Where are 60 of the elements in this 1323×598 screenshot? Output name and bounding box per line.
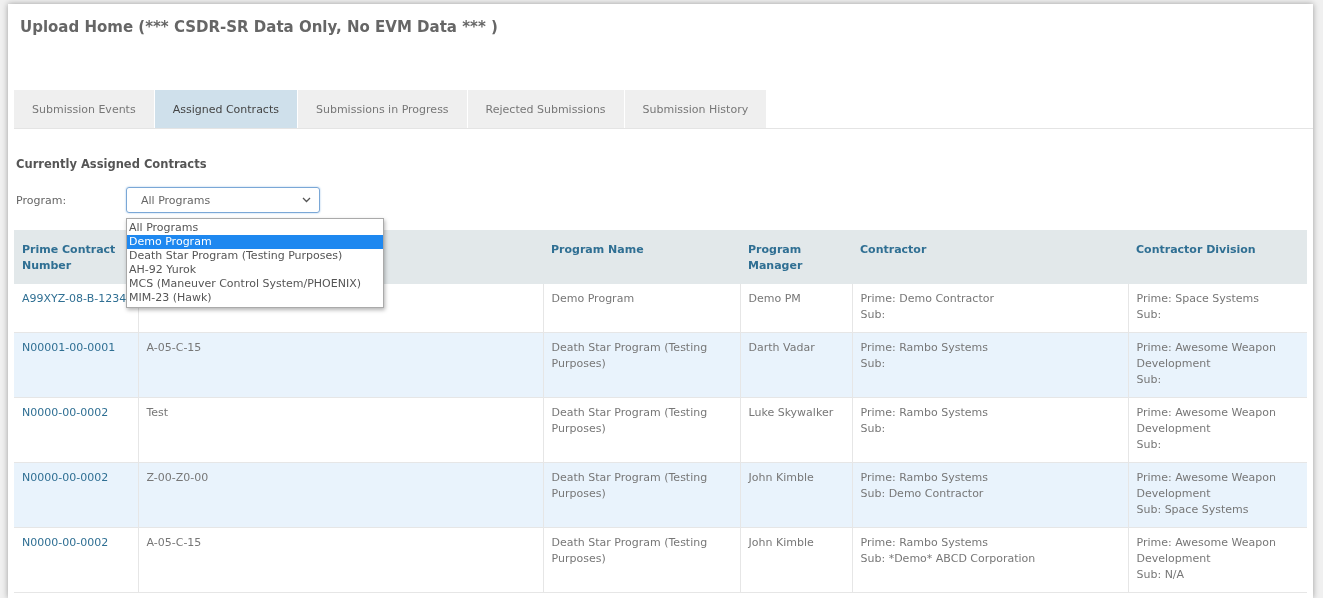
table-cell-text: Sub: *Demo* ABCD Corporation <box>860 551 1037 567</box>
table-cell: Luke Skywalker <box>748 406 834 419</box>
page-title: Upload Home (*** CSDR-SR Data Only, No EVM Data *** ) <box>19 17 499 38</box>
table-cell: A-05-C-15 <box>146 341 202 354</box>
tab[interactable]: Submission Events <box>14 90 154 128</box>
table-cell: Death Star Program (Testing Purposes) <box>551 341 708 370</box>
table-cell-text: Sub: <box>1136 307 1163 323</box>
table-cell-text: Sub: Space Systems <box>1136 502 1250 518</box>
table-cell: A-05-C-15 <box>146 536 202 549</box>
table-cell: Death Star Program (Testing Purposes) <box>551 471 708 500</box>
table-cell-text: Sub: <box>860 307 887 323</box>
tab[interactable]: Assigned Contracts <box>154 90 297 128</box>
table-cell: Demo Program <box>551 292 635 305</box>
table-cell: Test <box>146 406 169 419</box>
table-cell-text: Prime: Awesome Weapon Development <box>1136 470 1277 502</box>
table-cell-text: Sub: <box>860 421 887 437</box>
table-cell-text: Sub: N/A <box>1136 567 1186 583</box>
table-cell-text: Sub: <box>860 356 887 372</box>
column-header: Program Manager <box>748 243 803 272</box>
table-cell-text: Prime: Rambo Systems <box>860 470 990 486</box>
table-cell: John Kimble <box>748 471 814 484</box>
tab[interactable]: Submissions in Progress <box>297 90 467 128</box>
dropdown-option[interactable]: All Programs <box>127 221 383 235</box>
table-cell: Death Star Program (Testing Purposes) <box>551 536 708 565</box>
column-header: Program Name <box>551 243 644 256</box>
table-cell-text: Prime: Space Systems <box>1136 291 1260 307</box>
chevron-down-icon <box>302 197 311 203</box>
table-cell: John Kimble <box>748 536 814 549</box>
dropdown-option[interactable]: MCS (Maneuver Control System/PHOENIX) <box>127 277 383 291</box>
contract-link[interactable]: N0000-00-0002 <box>22 471 109 484</box>
program-select[interactable]: All Programs <box>126 187 320 213</box>
contract-link[interactable]: N00001-00-0001 <box>22 341 116 354</box>
table-cell: Darth Vadar <box>748 341 815 354</box>
table-cell-text: Prime: Awesome Weapon Development <box>1136 535 1277 567</box>
table-cell: Death Star Program (Testing Purposes) <box>551 406 708 435</box>
table-cell-text: Prime: Awesome Weapon Development <box>1136 340 1277 372</box>
column-header: Prime Contract Number <box>22 243 116 272</box>
table-cell-text: Prime: Rambo Systems <box>860 405 990 421</box>
table-cell-text: Prime: Demo Contractor <box>860 291 995 307</box>
contract-link[interactable]: A99XYZ-08-B-1234 <box>22 292 127 305</box>
dropdown-option[interactable]: MIM-23 (Hawk) <box>127 291 383 305</box>
dropdown-option[interactable]: Death Star Program (Testing Purposes) <box>127 249 383 263</box>
table-cell-text: Sub: Demo Contractor <box>860 486 985 502</box>
table-cell: Demo PM <box>748 292 801 305</box>
contract-link[interactable]: N0000-00-0002 <box>22 406 109 419</box>
tab[interactable]: Rejected Submissions <box>467 90 624 128</box>
table-cell-text: Prime: Rambo Systems <box>860 340 990 356</box>
contract-link[interactable]: N0000-00-0002 <box>22 536 109 549</box>
tab[interactable]: Submission History <box>624 90 767 128</box>
dropdown-option[interactable]: AH-92 Yurok <box>127 263 383 277</box>
column-header: Contractor Division <box>1136 243 1256 256</box>
table-cell-text: Sub: <box>1136 372 1163 388</box>
table-cell-text: Sub: <box>1136 437 1163 453</box>
table-cell-text: Prime: Awesome Weapon Development <box>1136 405 1277 437</box>
program-label: Program: <box>15 193 68 207</box>
table-cell-text: Prime: Rambo Systems <box>860 535 990 551</box>
dropdown-option[interactable]: Demo Program <box>127 235 383 249</box>
column-header: Contractor <box>860 243 927 256</box>
section-heading: Currently Assigned Contracts <box>15 156 208 171</box>
table-cell: Z-00-Z0-00 <box>146 471 209 484</box>
